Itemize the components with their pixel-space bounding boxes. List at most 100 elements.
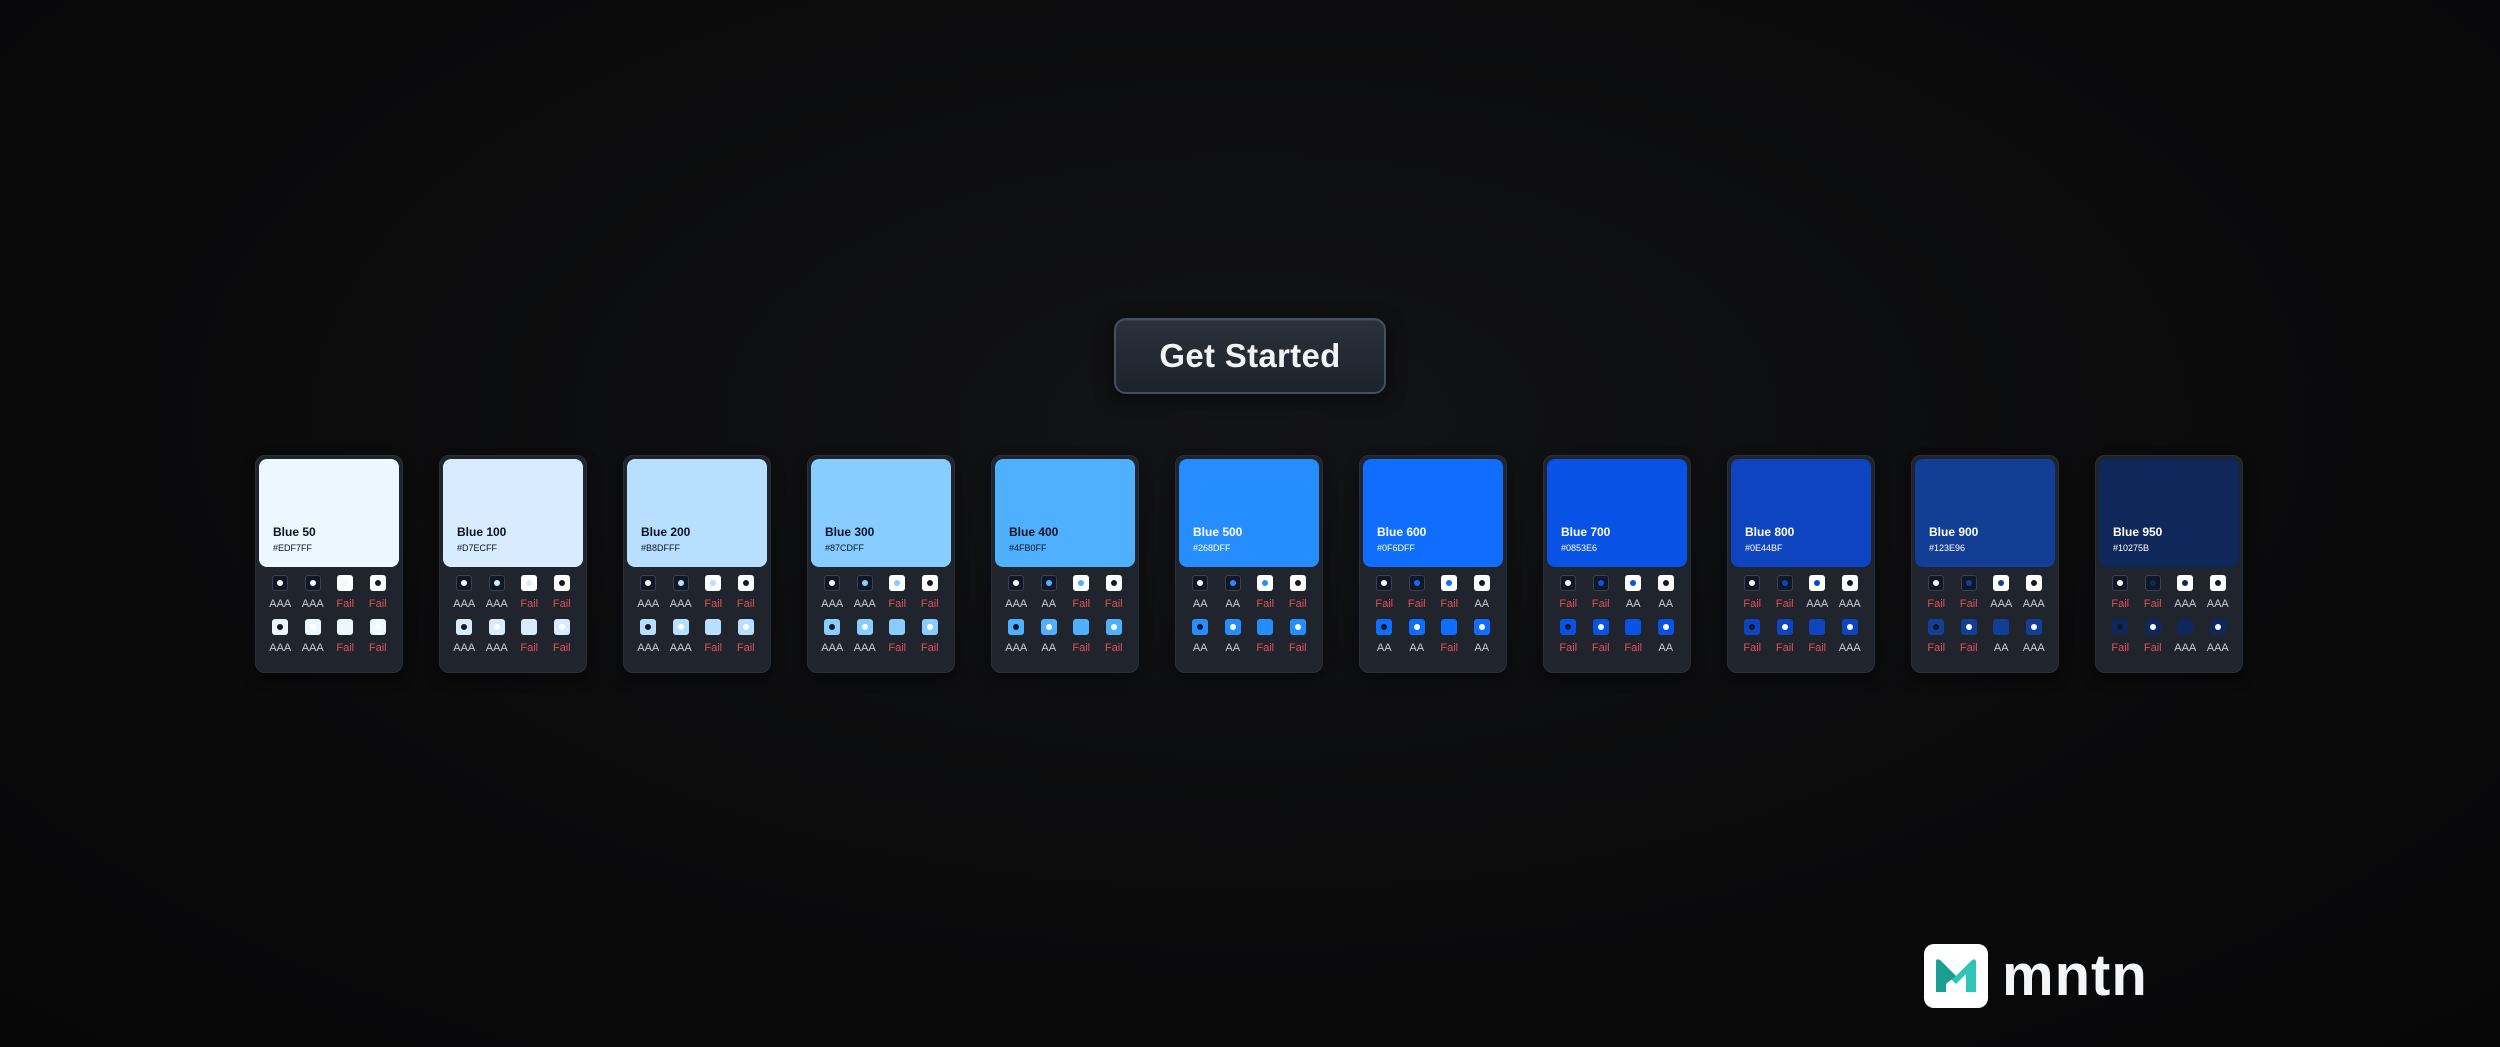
contrast-swatch-icon xyxy=(1625,619,1642,635)
contrast-row: AAA AAA Fail Fail xyxy=(448,619,578,655)
contrast-swatch-icon xyxy=(824,619,841,635)
contrast-rating: AAA xyxy=(301,642,324,654)
contrast-row: Fail Fail Fail AA xyxy=(1552,619,1682,655)
color-card[interactable]: Blue 700 #0853E6 Fail Fail AA AA Fail Fail Fail A… xyxy=(1543,455,1691,673)
color-card[interactable]: Blue 800 #0E44BF Fail Fail AAA AAA Fail Fail Fai… xyxy=(1727,455,1875,673)
contrast-row: AAA AAA Fail Fail xyxy=(816,619,946,655)
contrast-rating: AAA xyxy=(453,642,476,654)
contrast-rating: AA xyxy=(1225,598,1241,610)
get-started-button[interactable]: Get Started xyxy=(1114,318,1386,394)
contrast-grid: AAA AAA Fail Fail AAA AAA Fail Fail xyxy=(811,567,951,655)
contrast-rating: AAA xyxy=(1005,642,1028,654)
contrast-row: AAA AA Fail Fail xyxy=(1000,619,1130,655)
color-card[interactable]: Blue 900 #123E96 Fail Fail AAA AAA Fail Fail AA A… xyxy=(1911,455,2059,673)
contrast-swatch-icon xyxy=(488,619,505,635)
color-card[interactable]: Blue 300 #87CDFF AAA AAA Fail Fail AAA AAA Fail F… xyxy=(807,455,955,673)
contrast-cell: Fail xyxy=(1769,619,1802,655)
swatch-name: Blue 700 xyxy=(1561,525,1611,539)
contrast-rating: Fail xyxy=(736,598,755,610)
brand-name: mntn xyxy=(2002,943,2148,1008)
contrast-rating: AAA xyxy=(485,598,508,610)
color-card[interactable]: Blue 950 #10275B Fail Fail AAA AAA Fail Fail AAA… xyxy=(2095,455,2243,673)
swatch-hex: #0853E6 xyxy=(1561,543,1598,553)
contrast-cell: AAA xyxy=(1801,575,1834,611)
contrast-swatch-icon xyxy=(1008,575,1025,591)
contrast-swatch-icon xyxy=(640,619,657,635)
swatch-name: Blue 100 xyxy=(457,525,507,539)
contrast-swatch-icon xyxy=(1376,575,1393,591)
contrast-swatch-icon xyxy=(1993,619,2010,635)
contrast-swatch-icon xyxy=(272,619,289,635)
contrast-rating: Fail xyxy=(1559,642,1578,654)
contrast-rating: AAA xyxy=(1838,598,1861,610)
contrast-cell: AAA xyxy=(816,575,849,611)
color-card[interactable]: Blue 400 #4FB0FF AAA AA Fail Fail AAA AA Fail Fai… xyxy=(991,455,1139,673)
contrast-rating: Fail xyxy=(2143,598,2162,610)
contrast-cell: Fail xyxy=(1065,575,1098,611)
contrast-swatch-icon xyxy=(1408,575,1425,591)
contrast-rating: Fail xyxy=(1407,598,1426,610)
contrast-cell: Fail xyxy=(2104,575,2137,611)
contrast-cell: Fail xyxy=(513,619,546,655)
contrast-cell: AAA xyxy=(665,575,698,611)
contrast-rating: AA xyxy=(1192,642,1208,654)
contrast-row: Fail Fail Fail AAA xyxy=(1736,619,1866,655)
contrast-cell: AA xyxy=(1033,575,1066,611)
contrast-swatch-icon xyxy=(2209,619,2226,635)
contrast-swatch-icon xyxy=(369,575,386,591)
contrast-cell: AAA xyxy=(448,619,481,655)
contrast-swatch-icon xyxy=(521,619,538,635)
contrast-cell: Fail xyxy=(1098,619,1131,655)
contrast-rating: Fail xyxy=(1256,598,1275,610)
contrast-rating: Fail xyxy=(520,642,539,654)
contrast-cell: AA xyxy=(1401,619,1434,655)
contrast-cell: AAA xyxy=(481,619,514,655)
contrast-rating: AA xyxy=(1225,642,1241,654)
contrast-cell: Fail xyxy=(1801,619,1834,655)
contrast-cell: AA xyxy=(1466,619,1499,655)
contrast-cell: Fail xyxy=(1368,575,1401,611)
swatch-name: Blue 500 xyxy=(1193,525,1243,539)
contrast-rating: Fail xyxy=(1440,642,1459,654)
color-card[interactable]: Blue 50 #EDF7FF AAA AAA Fail Fail AAA AAA Fail Fa… xyxy=(255,455,403,673)
contrast-cell: AA xyxy=(1617,575,1650,611)
contrast-swatch-icon xyxy=(856,619,873,635)
color-card[interactable]: Blue 100 #D7ECFF AAA AAA Fail Fail AAA AAA Fail F… xyxy=(439,455,587,673)
contrast-swatch-icon xyxy=(337,619,354,635)
color-card[interactable]: Blue 500 #268DFF AA AA Fail Fail AA AA Fail Fail xyxy=(1175,455,1323,673)
contrast-cell: Fail xyxy=(1433,619,1466,655)
contrast-swatch-icon xyxy=(1657,619,1674,635)
contrast-rating: Fail xyxy=(520,598,539,610)
contrast-swatch-icon xyxy=(1441,619,1458,635)
contrast-rating: AAA xyxy=(2174,642,2197,654)
contrast-cell: Fail xyxy=(1585,575,1618,611)
contrast-grid: AAA AA Fail Fail AAA AA Fail Fail xyxy=(995,567,1135,655)
contrast-rating: AA xyxy=(1658,598,1674,610)
contrast-cell: Fail xyxy=(2137,619,2170,655)
contrast-rating: AAA xyxy=(1005,598,1028,610)
contrast-rating: AA xyxy=(1474,598,1490,610)
swatch-hex: #0F6DFF xyxy=(1377,543,1416,553)
contrast-cell: AAA xyxy=(1000,619,1033,655)
contrast-cell: AA xyxy=(1466,575,1499,611)
contrast-cell: Fail xyxy=(1282,575,1315,611)
contrast-swatch-icon xyxy=(337,575,354,591)
contrast-cell: AA xyxy=(1033,619,1066,655)
contrast-rating: Fail xyxy=(368,598,387,610)
color-card[interactable]: Blue 600 #0F6DFF Fail Fail Fail AA AA AA Fail AA xyxy=(1359,455,1507,673)
color-card[interactable]: Blue 200 #B8DFFF AAA AAA Fail Fail AAA AAA Fail F… xyxy=(623,455,771,673)
contrast-cell: Fail xyxy=(1065,619,1098,655)
contrast-rating: AA xyxy=(1041,598,1057,610)
contrast-row: Fail Fail Fail AA xyxy=(1368,575,1498,611)
contrast-cell: AAA xyxy=(816,619,849,655)
swatch-hex: #EDF7FF xyxy=(273,543,313,553)
contrast-rating: AA xyxy=(1376,642,1392,654)
contrast-swatch-icon xyxy=(889,575,906,591)
contrast-cell: Fail xyxy=(697,619,730,655)
contrast-cell: AAA xyxy=(2018,575,2051,611)
swatch-name: Blue 200 xyxy=(641,525,691,539)
contrast-cell: AAA xyxy=(1834,619,1867,655)
contrast-rating: AAA xyxy=(669,598,692,610)
contrast-swatch-icon xyxy=(824,575,841,591)
contrast-rating: AA xyxy=(1409,642,1425,654)
